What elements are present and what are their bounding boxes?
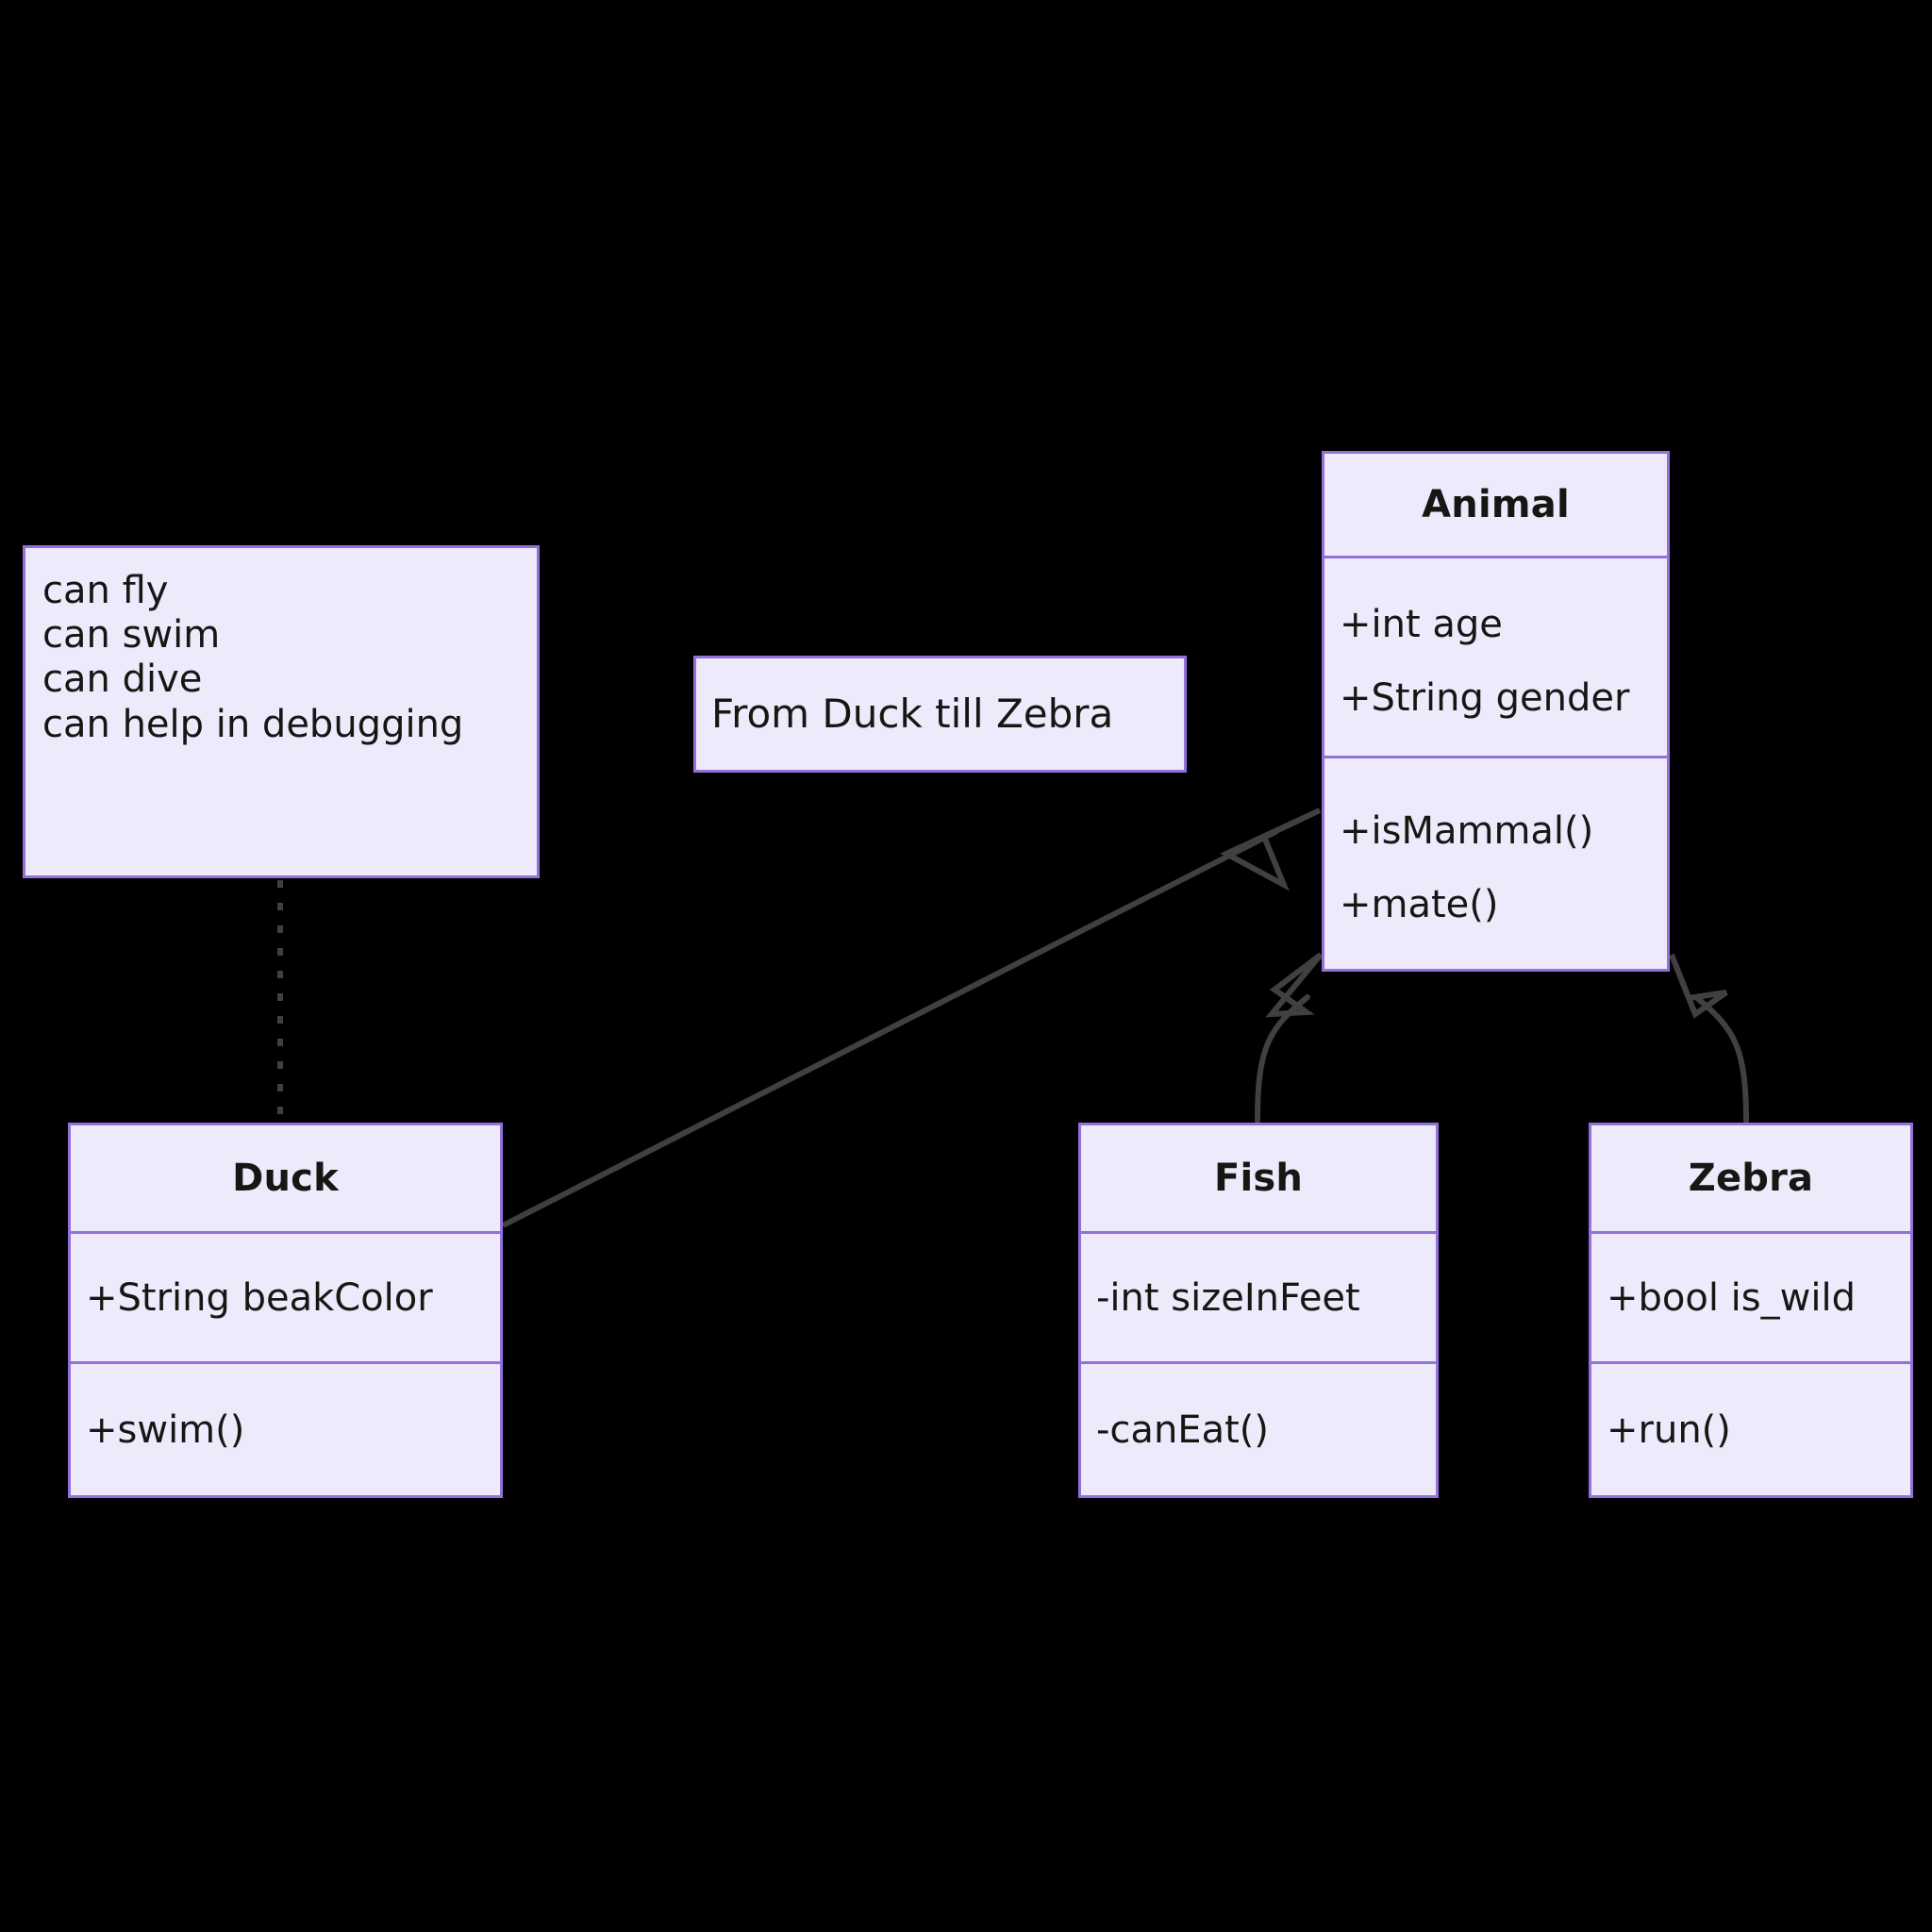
class-attribute: -int sizeInFeet: [1096, 1275, 1360, 1320]
class-attribute: +int age: [1340, 602, 1503, 646]
class-attribute: +String gender: [1340, 675, 1630, 720]
class-title-fish: Fish: [1213, 1157, 1304, 1200]
class-title-duck: Duck: [232, 1157, 339, 1200]
arrowhead-zebra-to-animal: [1669, 953, 1728, 1019]
note-line: can help in debugging: [42, 702, 464, 746]
edge-fish-to-animal: [1255, 994, 1310, 1124]
class-attributes-compartment-animal: +int age +String gender: [1324, 556, 1667, 756]
class-method: -canEat(): [1096, 1407, 1269, 1452]
class-attributes-compartment-duck: +String beakColor: [71, 1231, 500, 1361]
note-line: can swim: [42, 613, 221, 658]
class-name-compartment-animal: Animal: [1324, 454, 1667, 556]
class-methods-compartment-duck: +swim(): [71, 1361, 500, 1495]
class-method: +run(): [1607, 1407, 1731, 1452]
note-box: can fly can swim can dive can help in de…: [23, 545, 540, 878]
class-name-compartment-fish: Fish: [1081, 1125, 1436, 1231]
class-attributes-compartment-zebra: +bool is_wild: [1591, 1231, 1910, 1361]
note-line: can fly: [42, 569, 169, 612]
class-methods-compartment-zebra: +run(): [1591, 1361, 1910, 1495]
class-attribute: +String beakColor: [86, 1275, 433, 1320]
note-line: can dive: [42, 658, 203, 702]
class-box-duck[interactable]: Duck +String beakColor +swim(): [68, 1123, 503, 1498]
diagram-canvas: duck : dotted link --> animal : inherita…: [0, 0, 1932, 1932]
class-name-compartment-duck: Duck: [71, 1125, 500, 1231]
class-attributes-compartment-fish: -int sizeInFeet: [1081, 1231, 1436, 1361]
class-methods-compartment-animal: +isMammal() +mate(): [1324, 756, 1667, 969]
class-method: +isMammal(): [1340, 808, 1594, 853]
edge-zebra-to-animal: [1694, 995, 1749, 1124]
class-title-zebra: Zebra: [1688, 1157, 1814, 1200]
class-box-fish[interactable]: Fish -int sizeInFeet -canEat(): [1078, 1123, 1439, 1498]
diagram-title-label-text: From Duck till Zebra: [711, 691, 1114, 737]
class-method: +swim(): [86, 1407, 245, 1452]
class-box-animal[interactable]: Animal +int age +String gender +isMammal…: [1322, 451, 1670, 972]
class-box-zebra[interactable]: Zebra +bool is_wild +run(): [1589, 1123, 1913, 1498]
arrowhead-duck-to-animal: [1220, 808, 1322, 891]
class-title-animal: Animal: [1422, 483, 1570, 526]
diagram-title-label: From Duck till Zebra: [693, 656, 1187, 773]
arrowhead-fish-to-animal: [1265, 952, 1324, 1018]
class-methods-compartment-fish: -canEat(): [1081, 1361, 1436, 1495]
class-method: +mate(): [1340, 882, 1499, 926]
class-attribute: +bool is_wild: [1607, 1275, 1856, 1320]
class-name-compartment-zebra: Zebra: [1591, 1125, 1910, 1231]
